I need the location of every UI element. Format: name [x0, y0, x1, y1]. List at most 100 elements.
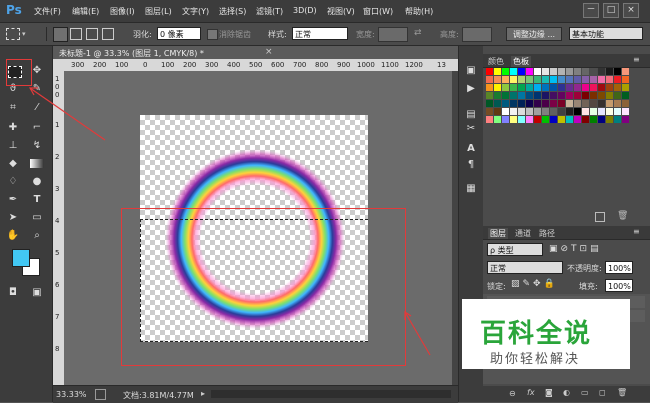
trash-icon[interactable]: 🗑: [617, 211, 628, 221]
swatch[interactable]: [518, 92, 525, 99]
swatch[interactable]: [486, 116, 493, 123]
swatch[interactable]: [590, 76, 597, 83]
swatch[interactable]: [566, 92, 573, 99]
blend-mode-select[interactable]: 正常: [487, 261, 563, 274]
opacity-input[interactable]: 100%: [605, 261, 633, 274]
panel-menu-icon[interactable]: ≡: [633, 55, 640, 64]
character-panel-icon[interactable]: A: [464, 142, 478, 156]
swatch[interactable]: [534, 84, 541, 91]
workspace-select[interactable]: 基本功能: [569, 27, 643, 40]
swatch[interactable]: [494, 84, 501, 91]
zoom-level[interactable]: 33.33%: [56, 390, 87, 399]
clone-stamp-icon[interactable]: ⊥: [6, 139, 20, 153]
swatch[interactable]: [486, 84, 493, 91]
swatch[interactable]: [558, 84, 565, 91]
swatch[interactable]: [590, 84, 597, 91]
swatch[interactable]: [510, 100, 517, 107]
swatch[interactable]: [526, 92, 533, 99]
fx-icon[interactable]: fx: [527, 388, 535, 397]
layer-filter-icons[interactable]: ▣⊘T⊡▤: [549, 244, 602, 254]
adjustment-icon[interactable]: ◐: [563, 388, 570, 397]
swatch[interactable]: [598, 108, 605, 115]
swatch[interactable]: [606, 68, 613, 75]
swatch[interactable]: [598, 100, 605, 107]
tab-color[interactable]: 颜色: [488, 56, 504, 67]
swatch[interactable]: [550, 100, 557, 107]
horizontal-scrollbar[interactable]: [211, 390, 451, 398]
swatch[interactable]: [494, 92, 501, 99]
hand-tool-icon[interactable]: ✋: [6, 229, 20, 243]
new-layer-icon[interactable]: ◻: [599, 388, 606, 397]
chevron-down-icon[interactable]: ▾: [22, 30, 26, 38]
swatch[interactable]: [534, 116, 541, 123]
swatch[interactable]: [526, 76, 533, 83]
actions-play-icon[interactable]: ▶: [464, 82, 478, 96]
swatch[interactable]: [582, 92, 589, 99]
fill-input[interactable]: 100%: [605, 279, 633, 292]
swatch[interactable]: [614, 76, 621, 83]
type-tool-icon[interactable]: T: [30, 193, 44, 207]
swatch[interactable]: [614, 92, 621, 99]
swatch[interactable]: [526, 116, 533, 123]
swatch[interactable]: [534, 76, 541, 83]
eraser-tool-icon[interactable]: ◆: [6, 157, 20, 171]
swatch[interactable]: [566, 100, 573, 107]
tab-swatches[interactable]: 色板: [511, 56, 531, 67]
swatch[interactable]: [574, 84, 581, 91]
swatch[interactable]: [558, 100, 565, 107]
swatch[interactable]: [510, 108, 517, 115]
swatch[interactable]: [606, 116, 613, 123]
swatch[interactable]: [526, 108, 533, 115]
swatch[interactable]: [606, 84, 613, 91]
swatch[interactable]: [550, 68, 557, 75]
menu-3d[interactable]: 3D(D): [293, 6, 317, 15]
quick-mask-icon[interactable]: ◘: [6, 286, 20, 300]
swatch[interactable]: [518, 116, 525, 123]
width-input[interactable]: [378, 27, 408, 42]
swatch[interactable]: [606, 76, 613, 83]
swatch[interactable]: [622, 108, 629, 115]
swatch[interactable]: [566, 108, 573, 115]
swatch[interactable]: [582, 68, 589, 75]
link-layers-icon[interactable]: ⊖: [509, 389, 516, 398]
swatch[interactable]: [542, 108, 549, 115]
swatch[interactable]: [542, 92, 549, 99]
menu-type[interactable]: 文字(Y): [182, 6, 209, 17]
swatch[interactable]: [598, 76, 605, 83]
swatch[interactable]: [518, 108, 525, 115]
swatch[interactable]: [494, 100, 501, 107]
tool-presets-icon[interactable]: ▤: [464, 108, 478, 122]
menu-image[interactable]: 图像(I): [110, 6, 135, 17]
swatch[interactable]: [494, 116, 501, 123]
swatch[interactable]: [518, 100, 525, 107]
clone-source-icon[interactable]: ▦: [464, 182, 478, 196]
tab-channels[interactable]: 通道: [515, 228, 531, 239]
swatch[interactable]: [534, 100, 541, 107]
swatch[interactable]: [502, 84, 509, 91]
menu-select[interactable]: 选择(S): [219, 6, 246, 17]
swap-icon[interactable]: ⇄: [414, 28, 422, 38]
swatch[interactable]: [566, 76, 573, 83]
export-icon[interactable]: [95, 389, 106, 400]
swatch[interactable]: [582, 100, 589, 107]
swatch[interactable]: [622, 116, 629, 123]
swatch[interactable]: [542, 84, 549, 91]
swatch[interactable]: [494, 68, 501, 75]
swatch[interactable]: [518, 84, 525, 91]
menu-edit[interactable]: 编辑(E): [72, 6, 99, 17]
swatch[interactable]: [502, 68, 509, 75]
swatch[interactable]: [558, 76, 565, 83]
swatch[interactable]: [598, 116, 605, 123]
swatch[interactable]: [510, 92, 517, 99]
swatch[interactable]: [550, 116, 557, 123]
swatch[interactable]: [574, 116, 581, 123]
swatch[interactable]: [558, 68, 565, 75]
swatch[interactable]: [502, 108, 509, 115]
swatch[interactable]: [510, 84, 517, 91]
path-selection-icon[interactable]: ➤: [6, 211, 20, 225]
swatch[interactable]: [494, 108, 501, 115]
delete-layer-icon[interactable]: 🗑: [617, 388, 627, 397]
swatch[interactable]: [558, 108, 565, 115]
swatch[interactable]: [542, 100, 549, 107]
swatch[interactable]: [606, 100, 613, 107]
